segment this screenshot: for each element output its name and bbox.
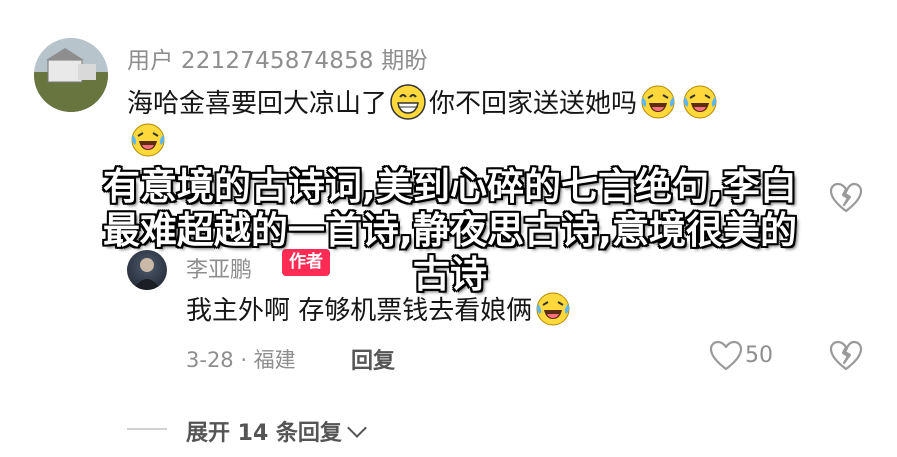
laughing-tears-emoji-icon [639, 83, 677, 121]
laughing-tears-emoji-icon [129, 121, 167, 159]
divider [127, 428, 167, 430]
overlay-title-line3: 古诗 [413, 253, 487, 296]
expand-replies-label: 展开 14 条回复 [186, 421, 342, 446]
grinning-emoji-icon [389, 83, 427, 121]
comment-text: 海哈金喜要回大凉山了 你不回家送送她吗 [127, 83, 721, 124]
comment-text-emoji-line [127, 121, 169, 162]
overlay-title-line2: 最难超越的一首诗,静夜思古诗,意境很美的 [102, 209, 798, 252]
chevron-down-icon [347, 418, 367, 438]
reply-text-content: 我主外啊 存够机票钱去看娘俩 [186, 296, 533, 326]
comment-text-part1: 海哈金喜要回大凉山了 [127, 89, 388, 119]
overlay-title: 有意境的古诗词,美到心碎的七言绝句,李白 最难超越的一首诗,静夜思古诗,意境很美… [10, 165, 890, 297]
expand-replies-button[interactable]: 展开 14 条回复 [186, 415, 367, 447]
like-count: 50 [745, 343, 773, 368]
broken-heart-icon[interactable] [829, 340, 863, 372]
overlay-title-line1: 有意境的古诗词,美到心碎的七言绝句,李白 [102, 165, 798, 208]
laughing-tears-emoji-icon [681, 83, 719, 121]
heart-outline-icon[interactable] [709, 340, 743, 372]
comment-username[interactable]: 用户 2212745874858 期盼 [127, 41, 428, 75]
comment-text-part2: 你不回家送送她吗 [429, 89, 638, 119]
reply-button[interactable]: 回复 [351, 343, 395, 375]
avatar[interactable] [34, 38, 108, 112]
reply-date-location: 3-28 · 福建 [186, 348, 296, 372]
